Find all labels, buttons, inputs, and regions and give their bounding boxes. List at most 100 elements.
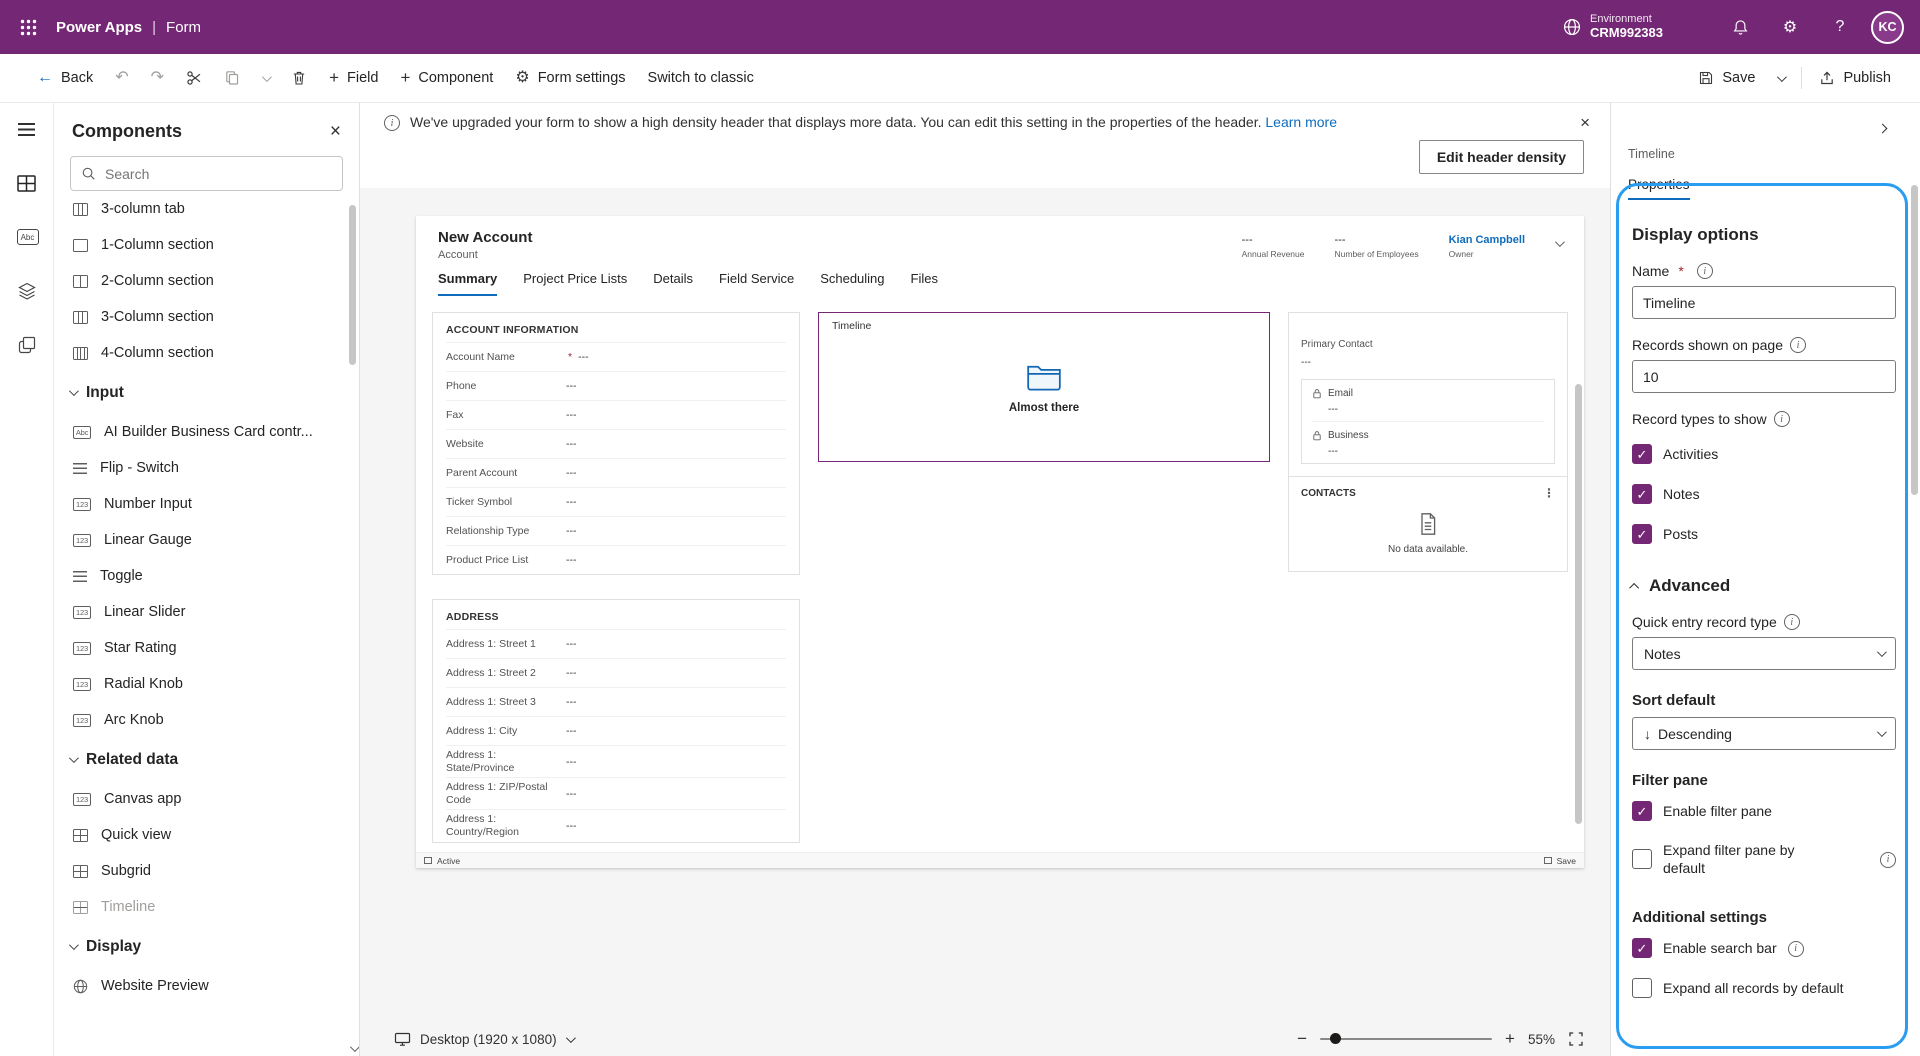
info-icon[interactable]: i (1790, 337, 1806, 353)
quick-entry-dropdown[interactable]: Notes (1632, 637, 1896, 670)
field-row[interactable]: Website--- (446, 429, 786, 458)
delete-button[interactable] (280, 60, 318, 96)
help-button[interactable]: ? (1815, 0, 1865, 54)
checkbox-enable-filter-pane[interactable]: Enable filter pane (1632, 791, 1896, 831)
checkbox-activities[interactable]: Activities (1632, 434, 1896, 474)
add-field-button[interactable]: + Field (318, 60, 389, 96)
edit-header-density-button[interactable]: Edit header density (1419, 140, 1584, 174)
checkbox-checked-icon[interactable] (1632, 938, 1652, 958)
tab-details[interactable]: Details (653, 271, 693, 296)
checkbox-checked-icon[interactable] (1632, 524, 1652, 544)
tab-scheduling[interactable]: Scheduling (820, 271, 884, 296)
component-item-canvas-app[interactable]: 123 Canvas app (54, 781, 359, 817)
field-row[interactable]: Address 1: City--- (446, 716, 786, 745)
field-row[interactable]: Address 1: Street 3--- (446, 687, 786, 716)
device-picker[interactable]: Desktop (1920 x 1080) (394, 1031, 573, 1047)
checkbox-checked-icon[interactable] (1632, 801, 1652, 821)
close-panel-icon[interactable]: × (330, 122, 341, 141)
name-input[interactable] (1632, 286, 1896, 319)
tab-summary[interactable]: Summary (438, 271, 497, 296)
field-row[interactable]: Address 1: ZIP/Postal Code--- (446, 777, 786, 809)
properties-scrollbar[interactable] (1911, 185, 1918, 495)
component-item-3-column-tab[interactable]: 3-column tab (54, 201, 359, 227)
advanced-section-header[interactable]: Advanced (1632, 576, 1896, 596)
tab-files[interactable]: Files (911, 271, 938, 296)
components-search-box[interactable] (70, 156, 343, 191)
collapse-header-chevron-icon[interactable] (1555, 237, 1565, 247)
component-item-2-column-section[interactable]: 2-Column section (54, 263, 359, 299)
form-header[interactable]: New Account Account --- Annual Revenue -… (416, 216, 1584, 263)
component-item-radial-knob[interactable]: 123 Radial Knob (54, 666, 359, 702)
redo-button[interactable]: ↷ (140, 60, 175, 96)
form-settings-button[interactable]: ⚙ Form settings (504, 60, 636, 96)
component-item-star-rating[interactable]: 123 Star Rating (54, 630, 359, 666)
component-item-linear-gauge[interactable]: 123 Linear Gauge (54, 522, 359, 558)
form-scrollbar[interactable] (1575, 384, 1582, 824)
app-name[interactable]: Power Apps (56, 19, 142, 36)
field-row[interactable]: Account Name*--- (446, 342, 786, 371)
save-options-dropdown[interactable] (1766, 60, 1795, 96)
cut-button[interactable] (175, 60, 213, 96)
components-scrollbar[interactable] (349, 205, 356, 365)
component-item-flip-switch[interactable]: Flip - Switch (54, 450, 359, 486)
nav-form-libraries-button[interactable] (17, 335, 37, 355)
field-row[interactable]: Address 1: Street 2--- (446, 658, 786, 687)
nav-components-button[interactable] (17, 173, 37, 193)
tab-project-price-lists[interactable]: Project Price Lists (523, 271, 627, 296)
switch-to-classic-button[interactable]: Switch to classic (637, 60, 765, 96)
sort-default-dropdown[interactable]: ↓Descending (1632, 717, 1896, 750)
zoom-slider[interactable] (1320, 1032, 1492, 1046)
component-item-toggle[interactable]: Toggle (54, 558, 359, 594)
checkbox-unchecked-icon[interactable] (1632, 978, 1652, 998)
header-field-number-of-employees[interactable]: --- Number of Employees (1335, 234, 1419, 259)
field-row[interactable]: Parent Account--- (446, 458, 786, 487)
component-item-arc-knob[interactable]: 123 Arc Knob (54, 702, 359, 738)
contacts-subgrid[interactable]: CONTACTS ⋮ No data available. (1288, 477, 1568, 572)
checkbox-enable-search-bar[interactable]: Enable search bar i (1632, 928, 1896, 968)
field-row[interactable]: Address 1: Country/Region--- (446, 809, 786, 841)
dismiss-banner-icon[interactable]: × (1580, 113, 1590, 133)
collapse-properties-chevron-icon[interactable] (1878, 124, 1888, 134)
component-item-3-column-section[interactable]: 3-Column section (54, 299, 359, 335)
group-header-related-data[interactable]: Related data (54, 738, 359, 781)
component-item-linear-slider[interactable]: 123 Linear Slider (54, 594, 359, 630)
checkbox-expand-all-records[interactable]: Expand all records by default (1632, 968, 1896, 1008)
info-icon[interactable]: i (1774, 411, 1790, 427)
field-row[interactable]: Address 1: Street 1--- (446, 629, 786, 658)
slider-thumb[interactable] (1330, 1033, 1341, 1044)
add-component-button[interactable]: + Component (389, 60, 504, 96)
checkbox-notes[interactable]: Notes (1632, 474, 1896, 514)
timeline-control-selected[interactable]: Timeline Almost there (818, 312, 1270, 462)
header-field-annual-revenue[interactable]: --- Annual Revenue (1242, 234, 1305, 259)
nav-fields-button[interactable]: Abc (17, 227, 37, 247)
checkbox-unchecked-icon[interactable] (1632, 849, 1652, 869)
checkbox-expand-filter-pane[interactable]: Expand filter pane by default i (1632, 831, 1896, 887)
nav-tree-view-button[interactable] (17, 281, 37, 301)
locked-field-email[interactable]: Email --- (1312, 380, 1544, 421)
field-row[interactable]: Phone--- (446, 371, 786, 400)
search-input[interactable] (105, 166, 332, 182)
zoom-out-button[interactable]: − (1297, 1029, 1307, 1049)
field-row[interactable]: Relationship Type--- (446, 516, 786, 545)
component-item-ai-builder[interactable]: Abc AI Builder Business Card contr... (54, 414, 359, 450)
field-row[interactable]: Fax--- (446, 400, 786, 429)
kebab-menu-icon[interactable]: ⋮ (1543, 486, 1555, 500)
copy-button[interactable] (213, 60, 251, 96)
info-icon[interactable]: i (1880, 852, 1896, 868)
address-section[interactable]: ADDRESS Address 1: Street 1--- Address 1… (432, 599, 800, 843)
settings-button[interactable]: ⚙ (1765, 0, 1815, 54)
info-icon[interactable]: i (1784, 614, 1800, 630)
checkbox-checked-icon[interactable] (1632, 484, 1652, 504)
undo-button[interactable]: ↶ (104, 60, 139, 96)
component-item-website-preview[interactable]: Website Preview (54, 968, 359, 1004)
field-row[interactable]: Address 1: State/Province--- (446, 745, 786, 777)
checkbox-checked-icon[interactable] (1632, 444, 1652, 464)
tab-field-service[interactable]: Field Service (719, 271, 794, 296)
header-field-owner[interactable]: Kian Campbell Owner (1449, 234, 1525, 259)
component-item-subgrid[interactable]: Subgrid (54, 853, 359, 889)
locked-field-business[interactable]: Business --- (1312, 421, 1544, 463)
notifications-button[interactable] (1715, 0, 1765, 54)
back-button[interactable]: ← Back (26, 60, 104, 96)
component-item-number-input[interactable]: 123 Number Input (54, 486, 359, 522)
app-launcher-button[interactable] (0, 0, 56, 54)
